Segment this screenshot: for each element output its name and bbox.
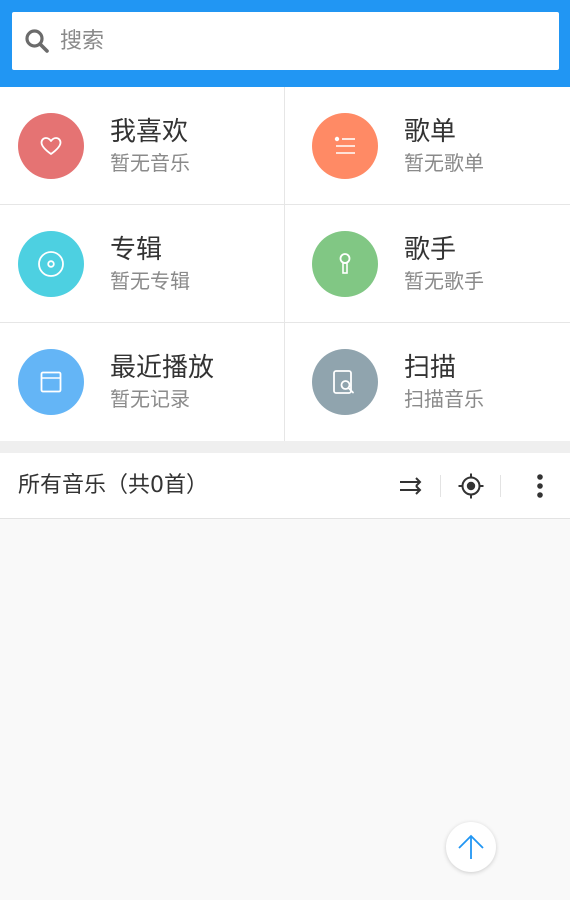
- tile-title: 我喜欢: [110, 116, 189, 147]
- scan-file-icon: [333, 370, 354, 394]
- section-gap: [0, 441, 570, 453]
- scan-circle: [312, 349, 378, 415]
- tile-subtitle: 扫描音乐: [404, 387, 484, 411]
- music-count-label: 所有音乐（共0首）: [18, 473, 208, 498]
- tile-title: 歌手: [404, 234, 457, 265]
- scroll-to-top-button[interactable]: [446, 822, 496, 872]
- tile-subtitle: 暂无歌手: [404, 268, 484, 293]
- tile-artists[interactable]: 歌手 暂无歌手: [285, 205, 570, 323]
- tile-title: 扫描: [404, 353, 457, 383]
- toolbar-divider: [500, 475, 501, 497]
- more-button[interactable]: [524, 453, 556, 518]
- tile-scan[interactable]: 扫描 扫描音乐: [285, 323, 570, 441]
- tile-subtitle: 暂无专辑: [110, 268, 190, 293]
- albums-circle: [18, 230, 84, 297]
- playlist-icon: [334, 136, 355, 154]
- tile-subtitle: 暂无记录: [110, 387, 190, 411]
- locate-button[interactable]: [454, 453, 488, 518]
- favorites-circle: [18, 112, 84, 179]
- shuffle-icon: [400, 476, 422, 495]
- top-bar: [0, 0, 570, 87]
- tile-recent[interactable]: 最近播放 暂无记录: [0, 323, 285, 441]
- tile-subtitle: 暂无音乐: [110, 150, 190, 175]
- locate-icon: [458, 473, 484, 498]
- artists-circle: [312, 230, 378, 297]
- tile-title: 最近播放: [110, 353, 215, 383]
- toolbar-divider: [440, 475, 441, 497]
- tile-title: 专辑: [110, 234, 163, 265]
- tile-playlists[interactable]: 歌单 暂无歌单: [285, 87, 570, 205]
- search-box[interactable]: [12, 12, 559, 70]
- shuffle-button[interactable]: [394, 453, 428, 518]
- music-list-toolbar: 所有音乐（共0首）: [0, 453, 570, 519]
- tile-albums[interactable]: 专辑 暂无专辑: [0, 205, 285, 323]
- heart-icon: [40, 136, 62, 155]
- tile-favorites[interactable]: 我喜欢 暂无音乐: [0, 87, 285, 205]
- arrow-up-icon: [458, 834, 484, 859]
- album-disc-icon: [38, 250, 64, 277]
- tile-title: 歌单: [404, 116, 457, 147]
- search-icon: [25, 29, 49, 53]
- more-vertical-icon: [537, 473, 543, 498]
- recent-circle: [18, 349, 84, 415]
- tile-subtitle: 暂无歌单: [404, 150, 484, 175]
- playlists-circle: [312, 112, 378, 179]
- microphone-icon: [339, 252, 351, 274]
- search-input[interactable]: [60, 28, 520, 54]
- recent-icon: [40, 371, 62, 393]
- category-grid: 我喜欢 暂无音乐 歌单 暂无歌单 专辑 暂无专辑 歌手 暂无歌手 最近播放 暂无…: [0, 87, 570, 441]
